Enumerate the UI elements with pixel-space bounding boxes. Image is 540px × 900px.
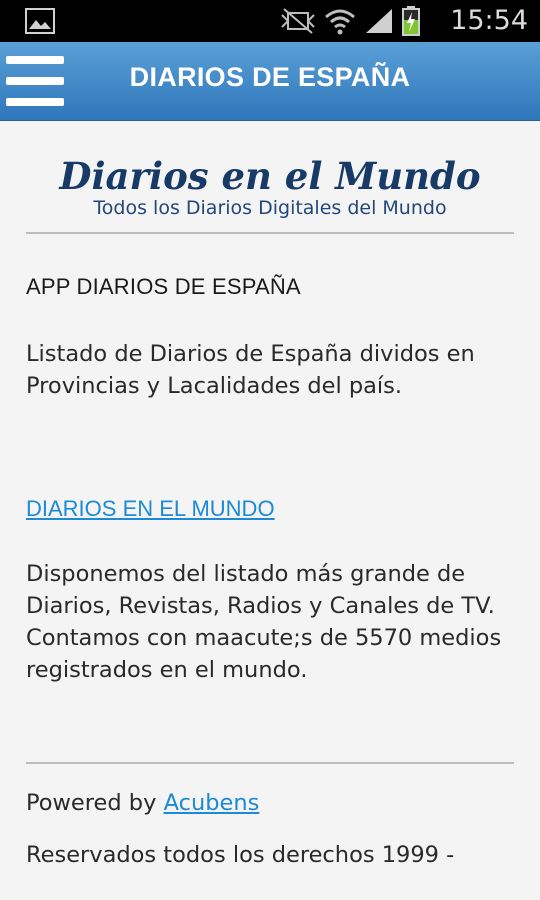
logo-subtitle: Todos los Diarios Digitales del Mundo xyxy=(93,197,447,219)
mute-icon xyxy=(281,8,315,34)
wifi-icon xyxy=(325,9,355,35)
diarios-en-el-mundo-link[interactable]: DIARIOS EN EL MUNDO xyxy=(26,496,275,522)
section-text-mundo: Disponemos del listado más grande de Dia… xyxy=(26,561,502,683)
acubens-link[interactable]: Acubens xyxy=(164,790,260,816)
status-icons xyxy=(280,6,420,36)
powered-by: Powered by Acubens xyxy=(26,790,514,816)
status-bar: 15:54 xyxy=(0,0,540,42)
logo-title: Diarios en el Mundo xyxy=(59,154,481,198)
site-logo: Diarios en el Mundo Todos los Diarios Di… xyxy=(26,120,514,232)
copyright-text: Reservados todos los derechos 1999 - xyxy=(26,842,455,868)
action-bar: DIARIOS DE ESPAÑA xyxy=(0,42,540,121)
clock: 15:54 xyxy=(450,5,528,36)
signal-icon xyxy=(366,9,392,33)
divider xyxy=(26,762,514,764)
section-text-app: Listado de Diarios de España dividos en … xyxy=(26,341,475,399)
powered-by-label: Powered by xyxy=(26,790,157,816)
page-title: DIARIOS DE ESPAÑA xyxy=(129,62,411,92)
section-heading-app: APP DIARIOS DE ESPAÑA xyxy=(26,274,301,299)
battery-charging-icon xyxy=(402,6,420,36)
divider xyxy=(26,232,514,234)
gallery-icon xyxy=(25,8,55,34)
main-content: Diarios en el Mundo Todos los Diarios Di… xyxy=(26,120,514,868)
